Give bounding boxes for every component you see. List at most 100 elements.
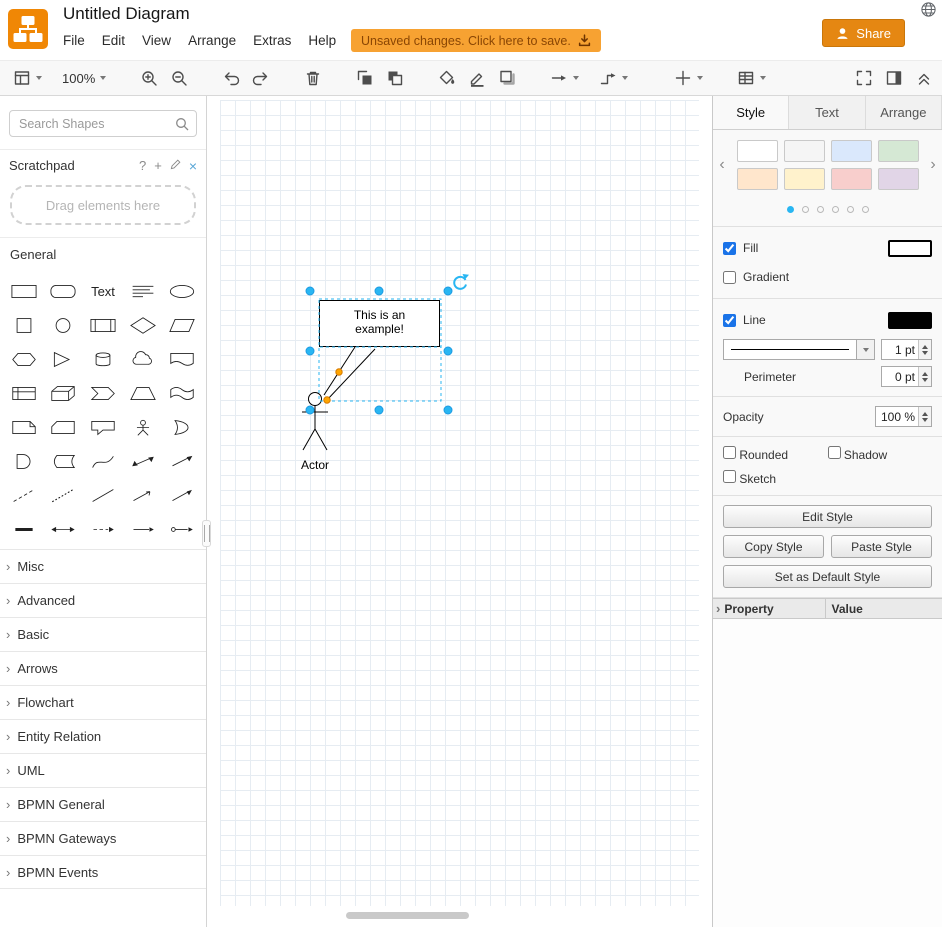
fill-checkbox-label[interactable]: Fill xyxy=(723,241,758,255)
canvas[interactable]: This is an example! Actor xyxy=(207,96,712,927)
general-section-header[interactable]: General xyxy=(0,237,206,271)
sidebar-section[interactable]: › BPMN Events xyxy=(0,855,206,889)
shadow-checkbox-label[interactable]: Shadow xyxy=(828,446,933,462)
menu-item[interactable]: View xyxy=(142,33,171,48)
color-swatch[interactable] xyxy=(831,168,872,190)
shape-cube[interactable] xyxy=(44,376,84,410)
sidebar-section[interactable]: › Flowchart xyxy=(0,685,206,719)
format-panel-toggle-button[interactable] xyxy=(882,65,906,91)
sidebar-section[interactable]: › Arrows xyxy=(0,651,206,685)
pager-dot[interactable] xyxy=(787,206,794,213)
line-width-spinner[interactable] xyxy=(918,340,931,359)
shape-card[interactable] xyxy=(44,410,84,444)
add-icon[interactable]: + xyxy=(154,158,162,173)
color-swatch[interactable] xyxy=(737,140,778,162)
shape-trapezoid[interactable] xyxy=(123,376,163,410)
line-width-input[interactable] xyxy=(882,340,918,359)
menu-item[interactable]: Extras xyxy=(253,33,291,48)
sidebar-resize-grip[interactable] xyxy=(202,520,211,547)
opacity-input[interactable] xyxy=(876,407,918,426)
edit-style-button[interactable]: Edit Style xyxy=(723,505,932,528)
line-checkbox-label[interactable]: Line xyxy=(723,313,766,327)
swatch-prev-icon[interactable]: ‹ xyxy=(715,156,729,174)
shape-hexagon[interactable] xyxy=(4,342,44,376)
collapse-toolbar-button[interactable] xyxy=(912,65,936,91)
help-icon[interactable]: ? xyxy=(139,158,146,173)
set-default-style-button[interactable]: Set as Default Style xyxy=(723,565,932,588)
color-swatch[interactable] xyxy=(878,140,919,162)
fill-color-button[interactable] xyxy=(435,65,459,91)
shape-cylinder[interactable] xyxy=(83,342,123,376)
fill-color-chip[interactable] xyxy=(888,240,932,257)
gradient-checkbox[interactable] xyxy=(723,271,736,284)
document-title[interactable]: Untitled Diagram xyxy=(63,4,190,24)
edge-endpoint-handles[interactable] xyxy=(324,369,342,403)
shape-internal-storage[interactable] xyxy=(4,376,44,410)
sidebar-section[interactable]: › Entity Relation xyxy=(0,719,206,753)
color-swatch[interactable] xyxy=(737,168,778,190)
connection-style-button[interactable] xyxy=(547,65,582,91)
sidebar-section[interactable]: › Basic xyxy=(0,617,206,651)
shape-curve[interactable] xyxy=(83,444,123,478)
color-swatch[interactable] xyxy=(831,140,872,162)
opacity-spinner[interactable] xyxy=(918,407,931,426)
shape-link[interactable] xyxy=(162,512,202,546)
view-pages-button[interactable] xyxy=(10,65,45,91)
shape-bidirectional-arrow[interactable] xyxy=(123,444,163,478)
fill-checkbox[interactable] xyxy=(723,242,736,255)
example-shape-label[interactable]: This is an example! xyxy=(319,300,440,346)
pager-dot[interactable] xyxy=(817,206,824,213)
shape-tape[interactable] xyxy=(162,376,202,410)
shape-textbox[interactable] xyxy=(123,274,163,308)
shape-ellipse[interactable] xyxy=(162,274,202,308)
shape-line[interactable] xyxy=(83,478,123,512)
color-swatch[interactable] xyxy=(784,168,825,190)
edge[interactable] xyxy=(324,347,375,400)
shadow-checkbox[interactable] xyxy=(828,446,841,459)
line-style-caret[interactable] xyxy=(857,339,875,360)
search-icon[interactable] xyxy=(175,117,189,131)
undo-button[interactable] xyxy=(219,65,243,91)
close-icon[interactable]: × xyxy=(189,158,197,174)
shape-data-storage[interactable] xyxy=(44,444,84,478)
share-button[interactable]: Share xyxy=(822,19,905,47)
perimeter-input[interactable] xyxy=(882,367,918,386)
shape-diamond[interactable] xyxy=(123,308,163,342)
shape-cloud[interactable] xyxy=(123,342,163,376)
shape-directional-connector[interactable] xyxy=(162,478,202,512)
chevron-right-icon[interactable]: › xyxy=(716,601,720,616)
tab-text[interactable]: Text xyxy=(789,96,865,129)
shape-rectangle[interactable] xyxy=(4,274,44,308)
shape-rounded-rectangle[interactable] xyxy=(44,274,84,308)
copy-style-button[interactable]: Copy Style xyxy=(723,535,824,558)
rotate-handle-icon[interactable] xyxy=(454,274,469,289)
menu-item[interactable]: Edit xyxy=(102,33,125,48)
sidebar-section[interactable]: › Advanced xyxy=(0,583,206,617)
table-button[interactable] xyxy=(734,65,769,91)
scratchpad-header[interactable]: Scratchpad ? + × xyxy=(0,149,206,181)
perimeter-spinner[interactable] xyxy=(918,367,931,386)
sketch-checkbox[interactable] xyxy=(723,470,736,483)
shape-document[interactable] xyxy=(162,342,202,376)
scratchpad-dropzone[interactable]: Drag elements here xyxy=(10,185,196,225)
shape-process[interactable] xyxy=(83,308,123,342)
shape-dashed-edge[interactable] xyxy=(83,512,123,546)
line-color-button[interactable] xyxy=(465,65,489,91)
shape-or[interactable] xyxy=(162,410,202,444)
horizontal-scrollbar[interactable] xyxy=(346,912,469,919)
pager-dot[interactable] xyxy=(862,206,869,213)
line-color-chip[interactable] xyxy=(888,312,932,329)
delete-button[interactable] xyxy=(301,65,325,91)
shape-arrow[interactable] xyxy=(162,444,202,478)
rounded-checkbox-label[interactable]: Rounded xyxy=(723,446,828,462)
shape-dashed-line[interactable] xyxy=(4,478,44,512)
line-style-select[interactable] xyxy=(723,339,857,360)
fullscreen-button[interactable] xyxy=(852,65,876,91)
color-swatch[interactable] xyxy=(784,140,825,162)
redo-button[interactable] xyxy=(249,65,273,91)
tab-arrange[interactable]: Arrange xyxy=(866,96,942,129)
shape-triangle[interactable] xyxy=(44,342,84,376)
shape-text[interactable]: Text xyxy=(83,274,123,308)
sidebar-section[interactable]: › UML xyxy=(0,753,206,787)
color-swatch[interactable] xyxy=(878,168,919,190)
